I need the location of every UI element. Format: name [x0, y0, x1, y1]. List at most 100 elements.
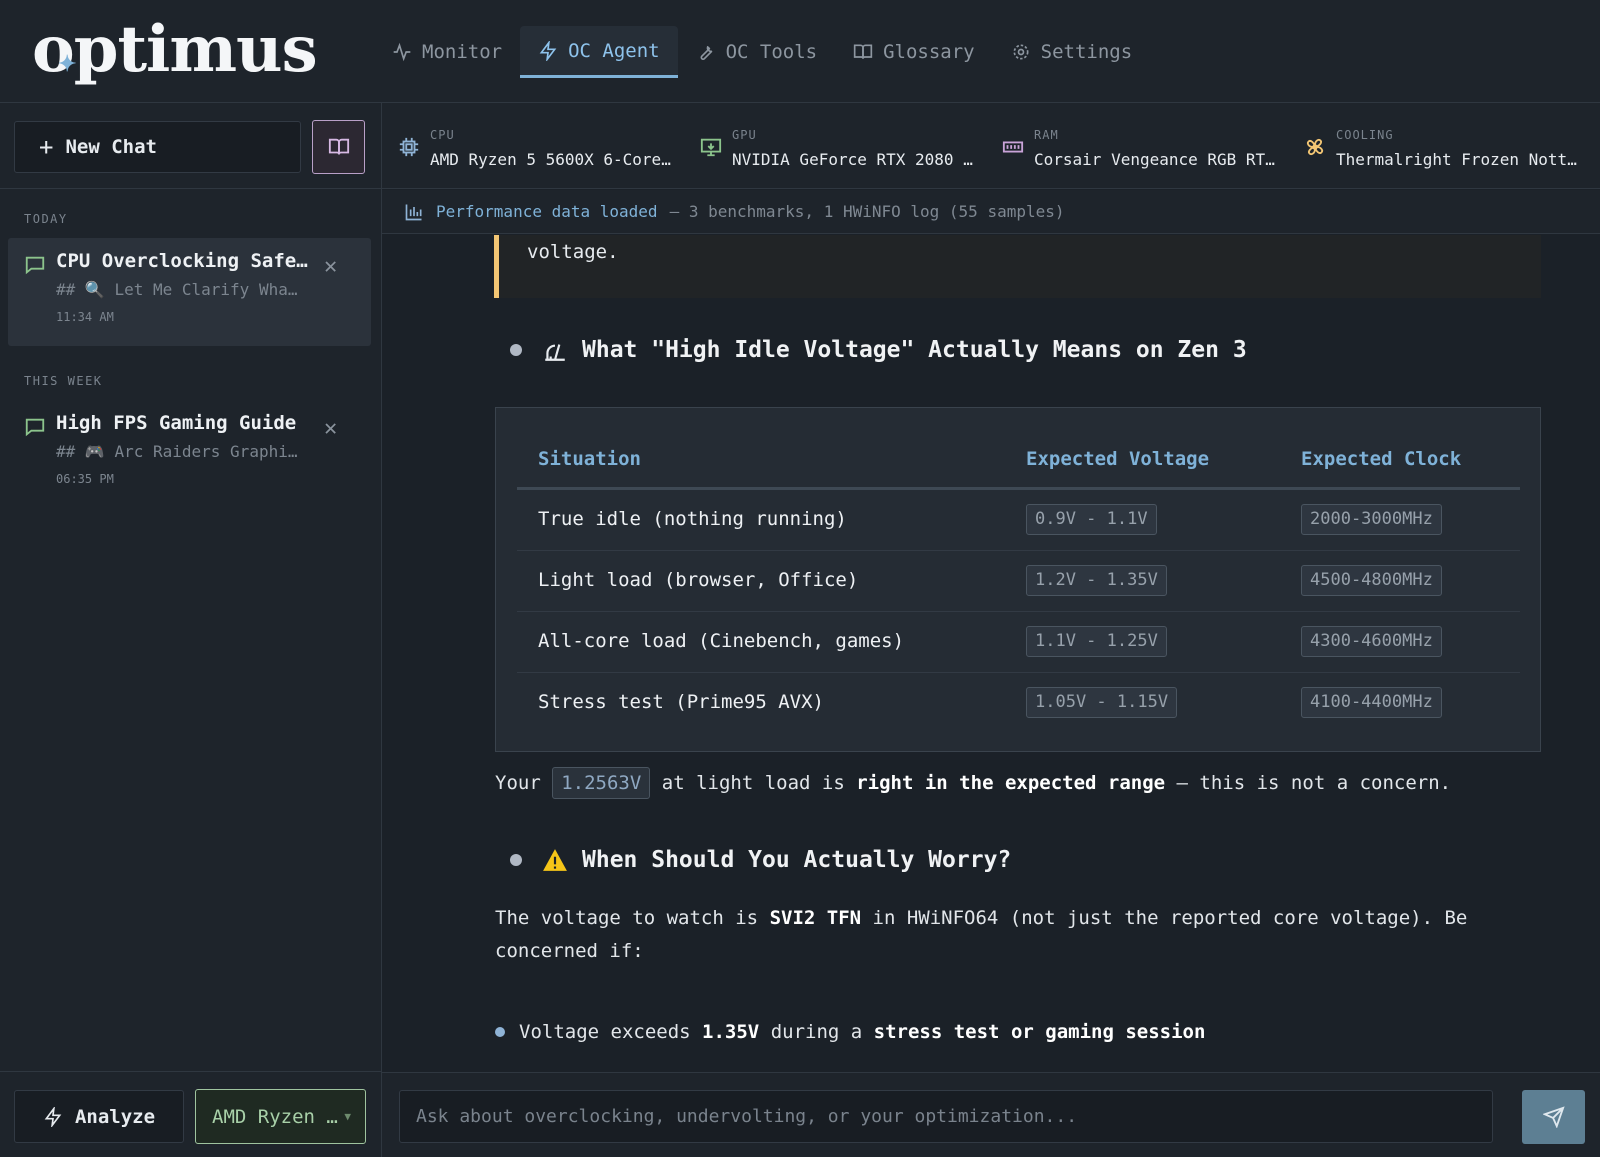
cell-situation: Light load (browser, Office) [538, 569, 859, 591]
heading-text: What "High Idle Voltage" Actually Means … [582, 337, 1247, 363]
list-item: Voltage exceeds 1.35V during a stress te… [495, 1021, 1205, 1043]
cell-clock: 2000-3000MHz [1301, 504, 1442, 535]
chat-message-area[interactable]: voltage. What "High Idle Voltage" Actual… [382, 235, 1600, 1072]
table-header-situation: Situation [538, 448, 641, 470]
cpu-select-value: AMD Ryzen … [212, 1105, 338, 1128]
table-row: True idle (nothing running) 0.9V - 1.1V … [517, 490, 1520, 551]
bolt-icon [44, 1106, 62, 1127]
memory-icon [1002, 141, 1024, 153]
hw-cooling-value: Thermalright Frozen Nott… [1336, 150, 1577, 169]
composer-bar [382, 1072, 1600, 1157]
chat-title: CPU Overclocking Safe… [56, 250, 308, 272]
history-book-button[interactable] [312, 120, 365, 174]
chat-item[interactable]: CPU Overclocking Safe… ## 🔍 Let Me Clari… [8, 238, 371, 346]
nav-glossary-label: Glossary [883, 41, 975, 63]
perf-status-highlight: Performance data loaded [436, 202, 658, 221]
cpu-select[interactable]: AMD Ryzen … ▼ [195, 1089, 366, 1144]
nav-monitor[interactable]: Monitor [374, 26, 520, 78]
text: at light load is [661, 772, 845, 794]
table-header-voltage: Expected Voltage [1026, 448, 1210, 470]
text: during a [770, 1021, 863, 1043]
chat-snippet: ## 🎮 Arc Raiders Graphi… [56, 442, 298, 461]
text: in HWiNFO64 (not just the reported core … [872, 907, 1468, 929]
bullet-dot [510, 344, 522, 356]
text: concerned if: [495, 940, 644, 962]
cell-situation: Stress test (Prime95 AVX) [538, 691, 824, 713]
sidebar-footer: Analyze AMD Ryzen … ▼ [0, 1071, 382, 1157]
new-chat-button[interactable]: + New Chat [14, 121, 301, 173]
cell-situation: True idle (nothing running) [538, 508, 847, 530]
table-row: Light load (browser, Office) 1.2V - 1.35… [517, 551, 1520, 612]
chat-time: 06:35 PM [56, 472, 114, 486]
bar-chart-icon [405, 204, 422, 220]
cell-situation: All-core load (Cinebench, games) [538, 630, 905, 652]
activity-icon [393, 42, 411, 62]
section-this-week: THIS WEEK [24, 374, 103, 388]
analyze-button[interactable]: Analyze [14, 1090, 184, 1143]
chat-title: High FPS Gaming Guide [56, 412, 297, 434]
cell-clock: 4500-4800MHz [1301, 565, 1442, 596]
hw-gpu-label: GPU [732, 128, 757, 142]
hw-cooling-label: COOLING [1336, 128, 1394, 142]
text: — this is not a concern. [1176, 772, 1452, 794]
hw-ram-value: Corsair Vengeance RGB RT… [1034, 150, 1275, 169]
hardware-bar: CPU AMD Ryzen 5 5600X 6-Core… GPU NVIDIA… [382, 103, 1600, 189]
hw-ram-label: RAM [1034, 128, 1059, 142]
top-bar: optimus ✦ Monitor OC Agent OC Tools Gloss… [0, 0, 1600, 103]
section-today: TODAY [24, 212, 68, 226]
nav-oc-agent[interactable]: OC Agent [520, 26, 678, 78]
cell-voltage: 1.2V - 1.35V [1026, 565, 1167, 596]
bolt-icon [539, 40, 557, 61]
monitor-icon [700, 138, 722, 157]
chat-bubble-icon [25, 256, 45, 275]
nav-oc-agent-label: OC Agent [568, 39, 660, 62]
nav-settings-label: Settings [1040, 41, 1133, 63]
cell-voltage: 1.1V - 1.25V [1026, 626, 1167, 657]
hw-gpu-value: NVIDIA GeForce RTX 2080 … [732, 150, 973, 169]
chat-time: 11:34 AM [56, 310, 114, 324]
chat-bubble-icon [25, 418, 45, 437]
send-button[interactable] [1522, 1090, 1585, 1144]
new-chat-label: New Chat [65, 136, 157, 158]
chat-item[interactable]: High FPS Gaming Guide ## 🎮 Arc Raiders G… [8, 400, 371, 508]
close-icon[interactable]: ✕ [324, 254, 337, 279]
text: The voltage to watch is [495, 907, 759, 929]
wrench-icon [700, 45, 713, 60]
logo-sparkle-icon: ✦ [58, 51, 76, 77]
text: Voltage exceeds [519, 1021, 691, 1043]
nav-settings[interactable]: Settings [993, 26, 1151, 78]
send-icon [1542, 1106, 1565, 1128]
cell-voltage: 0.9V - 1.1V [1026, 504, 1157, 535]
table-row: Stress test (Prime95 AVX) 1.05V - 1.15V … [517, 673, 1520, 734]
close-icon[interactable]: ✕ [324, 416, 337, 441]
blockquote-text: voltage. [527, 241, 619, 263]
nav-glossary[interactable]: Glossary [835, 26, 993, 78]
app-logo: optimus ✦ [32, 12, 318, 88]
cell-voltage: 1.05V - 1.15V [1026, 687, 1178, 718]
inline-code-voltage: 1.2563V [552, 767, 651, 799]
message-heading-2: When Should You Actually Worry? [510, 847, 1011, 873]
message-heading-1: What "High Idle Voltage" Actually Means … [510, 337, 1247, 363]
nav-oc-tools[interactable]: OC Tools [678, 26, 836, 78]
main-nav: Monitor OC Agent OC Tools Glossary Setti… [374, 26, 1150, 78]
message-input[interactable] [399, 1090, 1493, 1143]
plus-icon: + [39, 133, 54, 161]
bold-text: 1.35V [702, 1021, 760, 1043]
gear-icon [1013, 44, 1029, 60]
chevron-down-icon: ▼ [344, 1110, 351, 1123]
chip-icon [399, 137, 419, 157]
table-row: All-core load (Cinebench, games) 1.1V - … [517, 612, 1520, 673]
analyze-label: Analyze [74, 1105, 156, 1128]
paragraph-svi2: The voltage to watch is SVI2 TFN in HWiN… [495, 902, 1467, 968]
book-icon [853, 44, 873, 59]
chat-snippet: ## 🔍 Let Me Clarify Wha… [56, 280, 298, 299]
book-icon [328, 138, 349, 155]
sidebar: + New Chat TODAY CPU Overclocking Safe… … [0, 103, 382, 1157]
nav-monitor-label: Monitor [422, 41, 503, 63]
warning-icon [543, 849, 567, 871]
perf-status-detail: — 3 benchmarks, 1 HWiNFO log (55 samples… [669, 202, 1065, 221]
new-chat-row: + New Chat [0, 103, 382, 189]
voltage-table: Situation Expected Voltage Expected Cloc… [495, 407, 1541, 752]
bold-text: right in the expected range [856, 772, 1166, 794]
gauge-meter-icon [545, 344, 565, 361]
